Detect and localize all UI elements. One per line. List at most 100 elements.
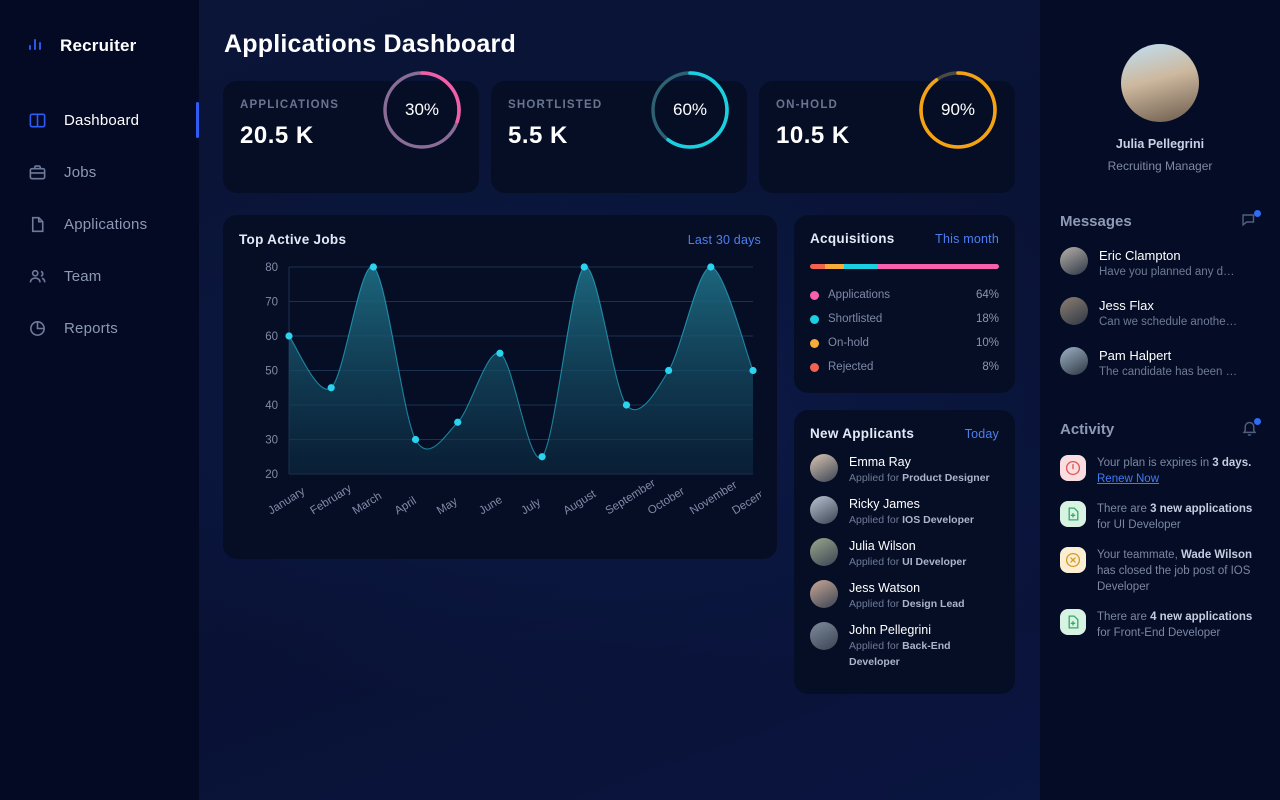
activity-header: Activity <box>1060 418 1261 439</box>
sidebar-item-jobs[interactable]: Jobs <box>0 146 199 198</box>
sidebar-item-label: Applications <box>64 215 148 233</box>
area-chart: 20 30 40 50 60 70 80 January February March April M… <box>239 257 761 542</box>
applicant-role: Applied for Product Designer <box>849 472 990 484</box>
message-row[interactable]: Jess Flax Can we schedule anothe… <box>1060 297 1260 331</box>
message-row[interactable]: Pam Halpert The candidate has been … <box>1060 347 1260 381</box>
y-axis-tick: 80 <box>265 262 278 274</box>
file-plus-icon <box>1060 501 1086 527</box>
applicant-name: Emma Ray <box>849 455 911 469</box>
bell-icon[interactable] <box>1240 418 1261 439</box>
data-point <box>665 366 673 375</box>
new-applicants-header: New Applicants Today <box>810 426 999 441</box>
activity-text: There are 3 new applications for UI Deve… <box>1097 503 1253 531</box>
new-applicants-range-selector[interactable]: Today <box>965 427 999 441</box>
legend-dot <box>810 338 819 348</box>
activity-row[interactable]: Your plan is expires in 3 days. Renew Now <box>1060 455 1260 487</box>
new-applicants-title: New Applicants <box>810 426 915 441</box>
donut-chart-applications: 30% <box>378 66 466 154</box>
avatar[interactable] <box>1121 44 1199 122</box>
data-point <box>538 453 546 461</box>
avatar <box>810 622 838 650</box>
stat-card-shortlisted[interactable]: SHORTLISTED 5.5 K 60% <box>491 71 747 193</box>
applicant-role: Applied for UI Developer <box>849 556 967 568</box>
activity-text: Your teammate, Wade Wilson has closed th… <box>1097 549 1252 593</box>
avatar <box>1060 247 1088 275</box>
acquisitions-bar-segment <box>844 264 879 269</box>
data-point <box>327 384 335 392</box>
activity-title: Activity <box>1060 420 1115 438</box>
message-sender: Jess Flax <box>1099 298 1154 313</box>
x-axis-tick: January <box>266 485 307 517</box>
stat-card-on-hold[interactable]: ON-HOLD 10.5 K 90% <box>759 71 1015 193</box>
stat-percent: 60% <box>672 100 708 119</box>
avatar <box>1060 347 1088 375</box>
message-sender: Pam Halpert <box>1099 348 1172 363</box>
applicant-row[interactable]: John Pellegrini Applied for Back-End Deve… <box>810 622 999 670</box>
activity-row[interactable]: There are 4 new applications for Front-E… <box>1060 609 1260 641</box>
new-applicants-list: Emma Ray Applied for Product Designer Rick… <box>810 454 999 670</box>
messages-list: Eric Clampton Have you planned any d… Jess… <box>1060 247 1260 381</box>
avatar <box>810 538 838 566</box>
donut-chart-on-hold: 90% <box>914 66 1002 154</box>
messages-header: Messages <box>1060 210 1261 231</box>
briefcase-icon <box>26 161 48 183</box>
sidebar-item-label: Reports <box>64 319 118 337</box>
y-axis-tick: 20 <box>265 469 278 481</box>
data-point <box>580 263 588 271</box>
legend-dot <box>810 290 819 300</box>
x-axis-tick: November <box>688 479 739 517</box>
x-axis-tick: July <box>519 496 543 517</box>
x-axis-tick: June <box>477 494 505 517</box>
bar-chart-icon <box>26 34 46 59</box>
sidebar-nav: Dashboard Jobs Applications Team Reports <box>0 94 199 354</box>
chart-range-selector[interactable]: Last 30 days <box>688 233 761 247</box>
acquisitions-legend-row: Applications 64% <box>810 283 999 307</box>
sidebar-item-reports[interactable]: Reports <box>0 302 199 354</box>
applicant-row[interactable]: Jess Watson Applied for Design Lead <box>810 580 999 612</box>
lower-section: Top Active Jobs Last 30 days 20 30 40 50 60 7… <box>223 215 1040 694</box>
applicant-row[interactable]: Julia Wilson Applied for UI Developer <box>810 538 999 570</box>
x-axis-tick: May <box>435 495 460 517</box>
acquisitions-legend-row: On-hold 10% <box>810 331 999 355</box>
data-point <box>454 418 462 426</box>
activity-link[interactable]: Renew Now <box>1097 473 1159 485</box>
legend-value: 18% <box>975 313 999 325</box>
chart-card-header: Top Active Jobs Last 30 days <box>239 232 761 247</box>
legend-label: On-hold <box>828 337 869 349</box>
message-row[interactable]: Eric Clampton Have you planned any d… <box>1060 247 1260 281</box>
activity-row[interactable]: Your teammate, Wade Wilson has closed th… <box>1060 547 1260 595</box>
legend-dot <box>810 314 819 324</box>
applicant-row[interactable]: Emma Ray Applied for Product Designer <box>810 454 999 486</box>
sidebar-item-applications[interactable]: Applications <box>0 198 199 250</box>
y-axis-tick: 30 <box>265 435 278 447</box>
activity-row[interactable]: There are 3 new applications for UI Deve… <box>1060 501 1260 533</box>
avatar <box>810 496 838 524</box>
acquisitions-range-selector[interactable]: This month <box>935 232 999 246</box>
stat-percent: 90% <box>940 100 976 119</box>
x-axis-tick: August <box>561 488 598 518</box>
x-axis-tick: March <box>351 490 384 517</box>
chat-bubble-icon[interactable] <box>1240 210 1261 231</box>
stat-label: ON-HOLD <box>776 99 839 111</box>
applicant-role: Applied for Back-End Developer <box>849 640 951 668</box>
applicant-row[interactable]: Ricky James Applied for IOS Developer <box>810 496 999 528</box>
data-point <box>749 366 757 375</box>
brand-label: Recruiter <box>60 36 137 55</box>
legend-label: Applications <box>828 289 891 301</box>
dashboard-icon <box>26 109 48 131</box>
data-point <box>285 332 293 340</box>
stat-value: 5.5 K <box>508 122 568 149</box>
x-axis-tick: April <box>393 495 419 517</box>
applicant-name: Julia Wilson <box>849 539 916 553</box>
donut-chart-shortlisted: 60% <box>646 66 734 154</box>
sidebar-item-team[interactable]: Team <box>0 250 199 302</box>
y-axis-tick: 70 <box>265 297 278 309</box>
activity-list: Your plan is expires in 3 days. Renew Now… <box>1060 455 1260 641</box>
applicant-name: Jess Watson <box>849 581 921 595</box>
file-plus-icon <box>1060 609 1086 635</box>
sidebar-item-dashboard[interactable]: Dashboard <box>0 94 199 146</box>
profile-role: Recruiting Manager <box>1107 159 1213 173</box>
stat-percent: 30% <box>404 100 440 119</box>
legend-value: 64% <box>975 289 999 301</box>
stat-card-applications[interactable]: APPLICATIONS 20.5 K 30% <box>223 71 479 193</box>
